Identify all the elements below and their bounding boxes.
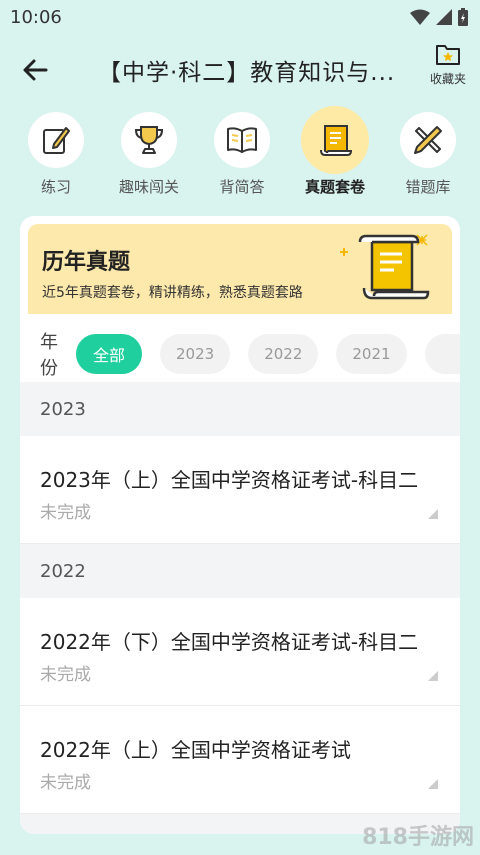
battery-icon: [458, 8, 468, 26]
exam-status: 未完成: [40, 665, 91, 685]
status-icons: [410, 8, 468, 26]
arrow-left-icon: [23, 59, 48, 81]
corner-triangle-icon: [428, 779, 438, 789]
trophy-icon: [134, 126, 164, 154]
scroll-icon: [320, 125, 353, 156]
tab-wrong-questions-label: 错题库: [405, 178, 451, 196]
chip-2022[interactable]: 2022: [248, 334, 319, 374]
chip-all[interactable]: 全部: [76, 334, 142, 374]
chip-more[interactable]: [424, 334, 460, 374]
chip-2021[interactable]: 2021: [336, 334, 407, 374]
tab-fun-challenge-label: 趣味闯关: [118, 178, 179, 196]
pencil-ruler-icon: [414, 126, 442, 154]
scroll-illustration-icon: [340, 234, 430, 300]
filter-label: 年份: [40, 332, 58, 379]
tab-short-answer-circle: [214, 112, 270, 168]
tab-fun-challenge[interactable]: 趣味闯关: [111, 112, 187, 202]
tab-short-answer-label: 背简答: [219, 178, 265, 196]
status-time: 10:06: [10, 6, 62, 28]
list-item[interactable]: 2022年（上）全国中学资格证考试 未完成: [20, 706, 460, 814]
exam-status: 未完成: [40, 773, 91, 793]
wifi-icon: [410, 9, 430, 25]
back-button[interactable]: [0, 40, 70, 100]
exam-title: 2023年（上）全国中学资格证考试-科目二: [40, 468, 419, 492]
list-item[interactable]: 2023年（上）全国中学资格证考试-科目二 未完成: [20, 436, 460, 544]
header: 【中学·科二】教育知识与... 收藏夹: [0, 40, 480, 100]
exam-title: 2022年（上）全国中学资格证考试: [40, 738, 351, 762]
feature-tabs: 练习 趣味闯关 背简答 真题套卷 错题库: [0, 106, 480, 202]
tab-past-papers[interactable]: 真题套卷: [297, 106, 373, 202]
tab-wrong-questions-circle: [400, 112, 456, 168]
tab-past-papers-label: 真题套卷: [304, 178, 365, 196]
paper-list: 2023 2023年（上）全国中学资格证考试-科目二 未完成 2022 2022…: [20, 382, 460, 834]
past-papers-banner: 历年真题 近5年真题套卷，精讲精练，熟悉真题套路: [28, 224, 452, 314]
banner-title: 历年真题: [42, 250, 131, 275]
signal-icon: [436, 9, 452, 25]
page-title: 【中学·科二】教育知识与...: [98, 60, 396, 86]
watermark: 818手游网: [362, 825, 474, 850]
tab-past-papers-circle: [301, 106, 369, 174]
exam-status: 未完成: [40, 503, 91, 523]
edit-paper-icon: [43, 127, 70, 154]
tab-wrong-questions[interactable]: 错题库: [390, 112, 466, 202]
favorites-label: 收藏夹: [429, 72, 466, 86]
status-bar: 10:06: [0, 0, 480, 34]
corner-triangle-icon: [428, 671, 438, 681]
tab-fun-challenge-circle: [121, 112, 177, 168]
content-card: 历年真题 近5年真题套卷，精讲精练，熟悉真题套路 年份 全部 2023 2022…: [20, 216, 460, 834]
tab-practice-circle: [28, 112, 84, 168]
year-filter: 年份 全部 2023 2022 2021: [20, 324, 460, 384]
tab-practice-label: 练习: [40, 178, 71, 196]
tab-short-answer[interactable]: 背简答: [204, 112, 280, 202]
year-header: 2023: [20, 382, 460, 436]
banner-subtitle: 近5年真题套卷，精讲精练，熟悉真题套路: [42, 285, 303, 301]
favorites-button[interactable]: 收藏夹: [428, 42, 468, 87]
chip-2023[interactable]: 2023: [160, 334, 231, 374]
book-icon: [227, 127, 257, 153]
star-folder-icon: [436, 45, 460, 65]
list-item[interactable]: 2022年（下）全国中学资格证考试-科目二 未完成: [20, 598, 460, 706]
tab-practice[interactable]: 练习: [18, 112, 94, 202]
corner-triangle-icon: [428, 509, 438, 519]
year-header: 2022: [20, 544, 460, 598]
exam-title: 2022年（下）全国中学资格证考试-科目二: [40, 630, 419, 654]
